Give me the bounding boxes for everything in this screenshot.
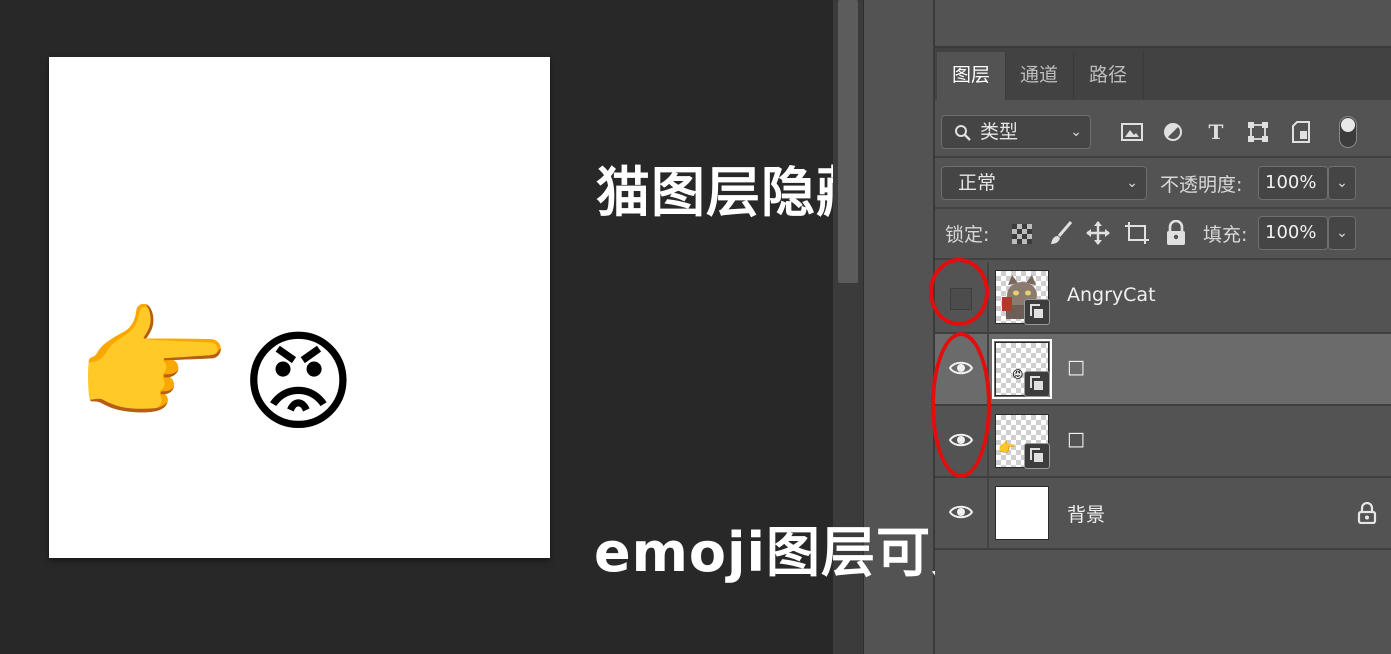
angry-emoji-thumbnail: 😡	[1012, 368, 1024, 381]
layer-name: □	[1067, 428, 1085, 450]
layer-thumbnail	[995, 270, 1050, 325]
blend-mode-value: 正常	[958, 172, 997, 194]
layer-name: AngryCat	[1067, 284, 1156, 306]
layer-name: □	[1067, 356, 1085, 378]
annotation-cat-hidden: 猫图层隐藏	[596, 161, 871, 224]
layer-thumbnail	[995, 486, 1049, 540]
layer-name: 背景	[1067, 504, 1106, 526]
image-filter-icon[interactable]	[1121, 122, 1143, 142]
filter-toggle[interactable]	[1339, 116, 1357, 148]
smart-object-filter-icon[interactable]	[1291, 121, 1311, 143]
eye-icon	[949, 505, 973, 519]
fill-dropdown-button[interactable]: ⌄	[1328, 216, 1356, 250]
opacity-input[interactable]: 100%	[1258, 166, 1328, 200]
opacity-dropdown-button[interactable]: ⌄	[1328, 166, 1356, 200]
annotation-ring-visible-layers	[931, 332, 991, 478]
divider	[935, 258, 1391, 260]
scrollbar-thumb[interactable]	[838, 0, 858, 283]
shape-filter-icon[interactable]	[1247, 121, 1269, 143]
chevron-down-icon: ⌄	[1126, 175, 1138, 191]
layer-row-background[interactable]: 背景	[935, 478, 1391, 550]
tab-layers[interactable]: 图层	[937, 52, 1006, 100]
annotation-ring-hidden-layer	[929, 258, 989, 326]
adjustment-filter-icon[interactable]	[1163, 122, 1183, 142]
lock-image-pixels-icon[interactable]	[1049, 220, 1073, 246]
search-icon	[955, 125, 971, 141]
smart-object-badge-icon	[1024, 371, 1050, 397]
layer-row-emoji-point[interactable]: 👉 □	[935, 406, 1391, 478]
layer-thumbnail: 👉	[995, 414, 1050, 469]
type-filter-icon[interactable]: T	[1203, 119, 1229, 145]
lock-transparent-pixels-icon[interactable]	[1011, 223, 1033, 245]
layer-thumbnail: 😡	[992, 339, 1052, 399]
filter-type-dropdown[interactable]: 类型 ⌄	[941, 115, 1091, 149]
lock-artboard-icon[interactable]	[1124, 221, 1150, 245]
panel-tabs: 图层 通道 路径	[935, 48, 1391, 100]
pointing-emoji-thumbnail: 👉	[998, 440, 1016, 456]
document-canvas[interactable]: 👉 😡	[49, 57, 550, 558]
opacity-label: 不透明度:	[1160, 174, 1243, 196]
fill-input[interactable]: 100%	[1258, 216, 1328, 250]
filter-type-label: 类型	[980, 121, 1019, 143]
blend-mode-dropdown[interactable]: 正常 ⌄	[941, 166, 1147, 200]
divider	[935, 207, 1391, 209]
lock-label: 锁定:	[945, 224, 990, 246]
layer-row-emoji-angry[interactable]: 😡 □	[935, 334, 1391, 406]
fill-label: 填充:	[1203, 224, 1248, 246]
annotation-emoji-visible: emoji图层可见	[594, 521, 987, 584]
toggle-knob	[1341, 118, 1355, 132]
panel-header-area	[935, 0, 1391, 48]
tab-paths[interactable]: 路径	[1073, 52, 1144, 100]
visibility-toggle[interactable]	[935, 478, 989, 548]
smart-object-badge-icon	[1024, 443, 1050, 469]
layer-lock-icon[interactable]	[1357, 502, 1377, 524]
lock-position-icon[interactable]	[1086, 221, 1110, 245]
lock-all-icon[interactable]	[1165, 220, 1187, 246]
smart-object-badge-icon	[1024, 299, 1050, 325]
chevron-down-icon: ⌄	[1070, 124, 1082, 140]
layers-panel: 图层 通道 路径 类型 ⌄ T 正常 ⌄ 不透明度: 100% ⌄ 锁定: 填充…	[935, 0, 1391, 654]
angry-face-emoji: 😡	[241, 318, 356, 446]
divider	[935, 156, 1391, 158]
pointing-finger-emoji: 👉	[74, 291, 231, 438]
layer-row-angrycat[interactable]: AngryCat	[935, 262, 1391, 334]
tab-channels[interactable]: 通道	[1005, 52, 1074, 100]
